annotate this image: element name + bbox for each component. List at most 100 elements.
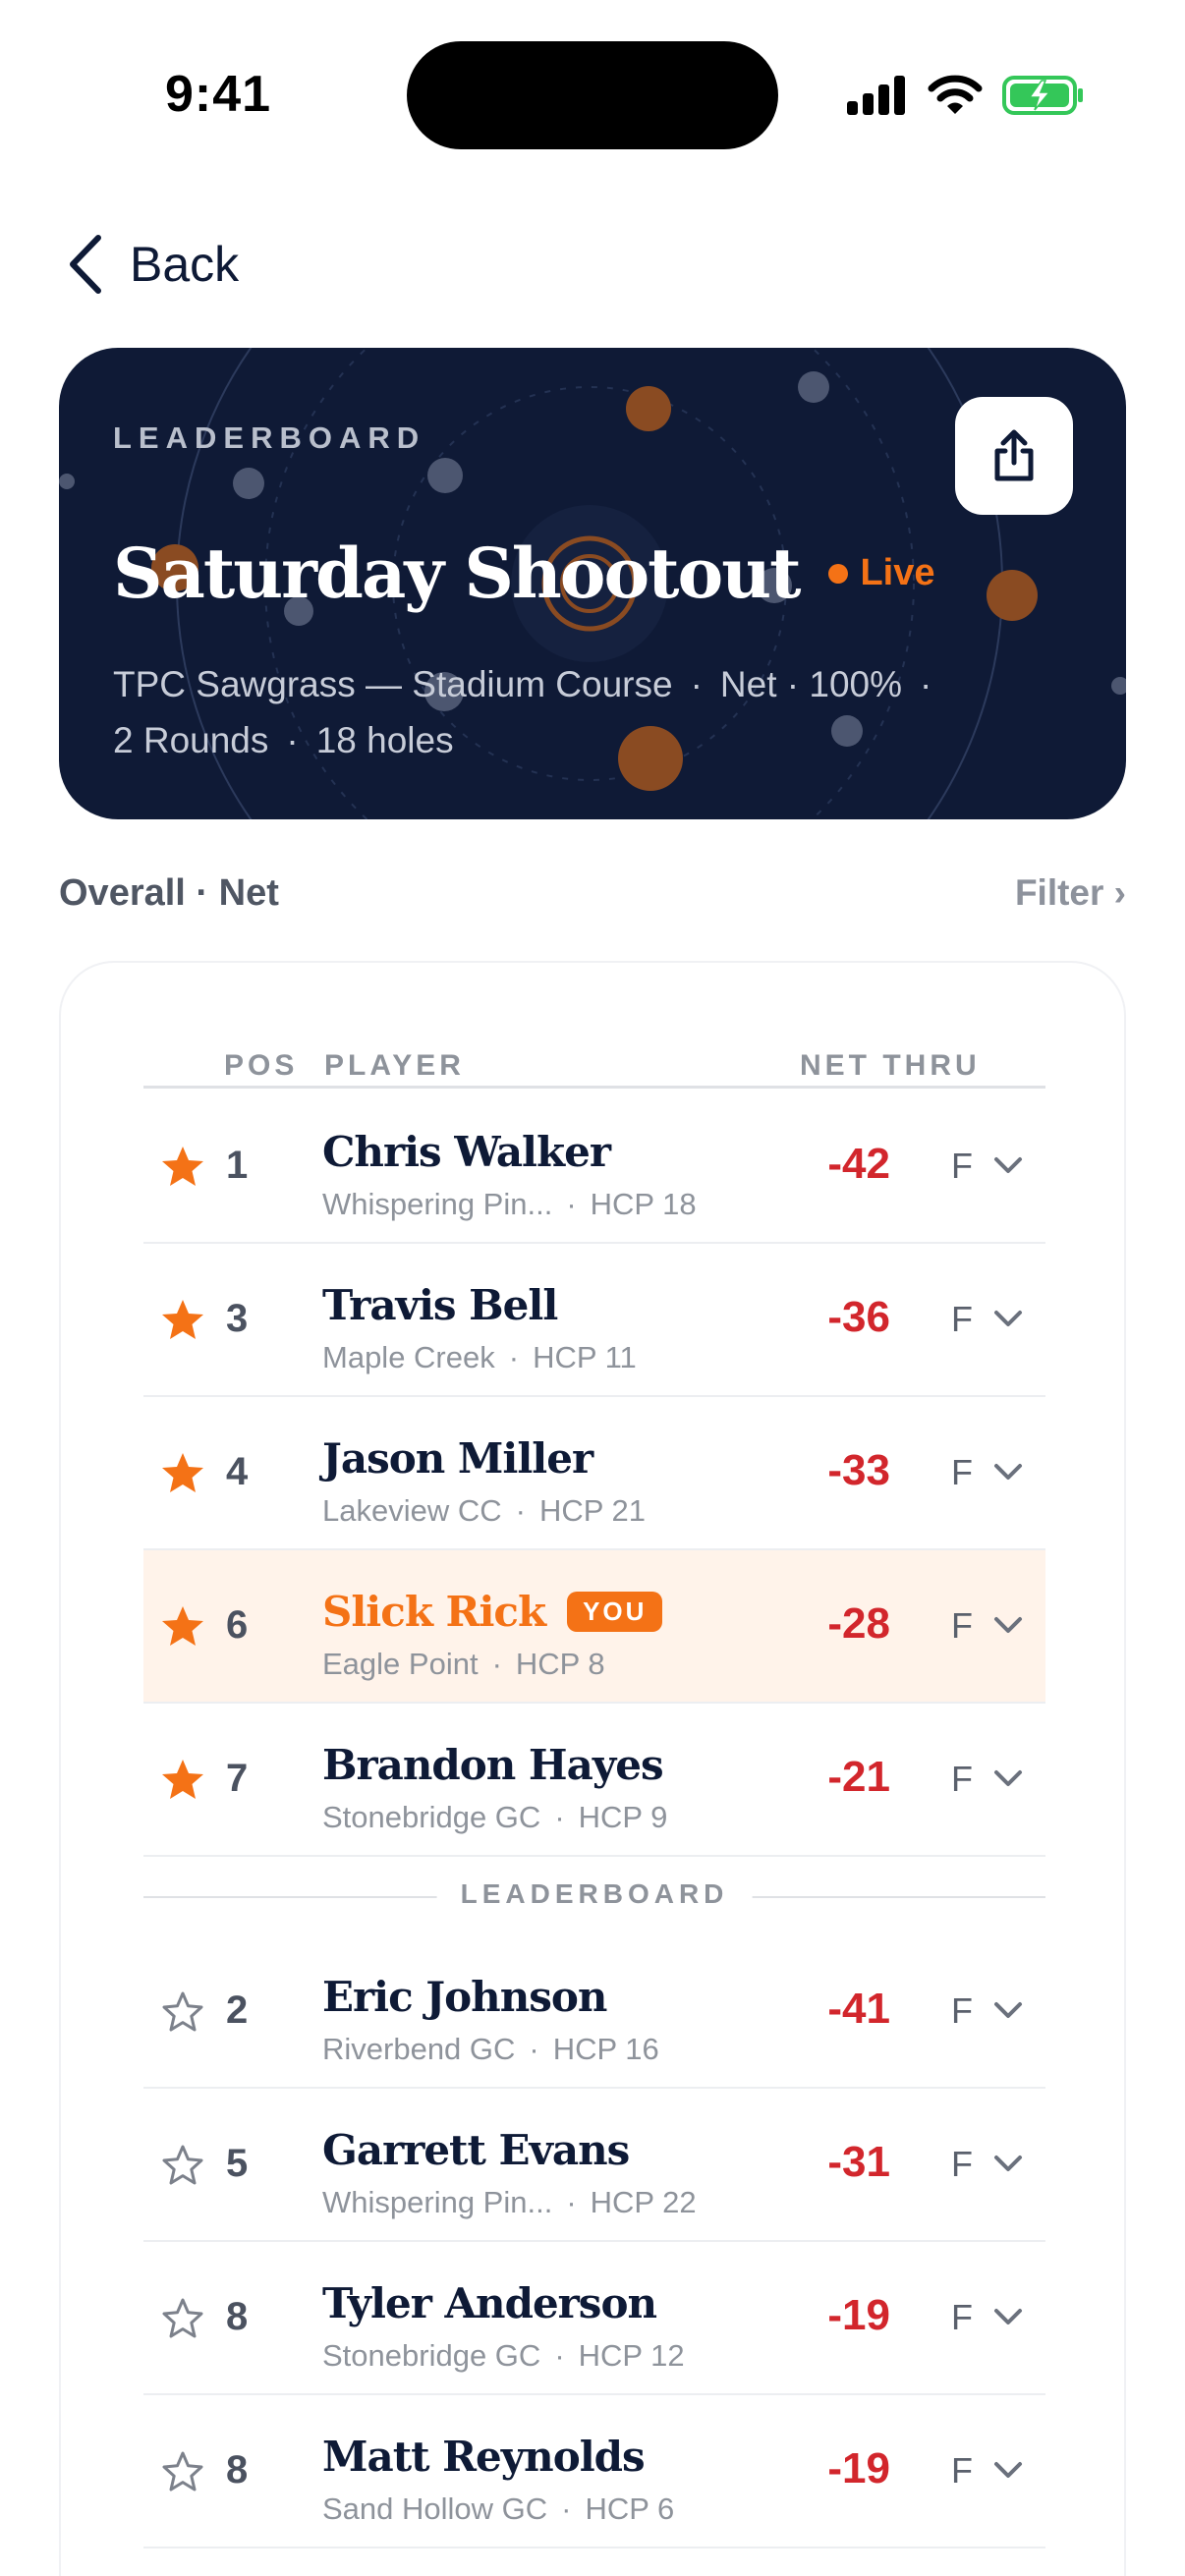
detail-separator: ·	[491, 1647, 502, 1681]
net-score: -19	[827, 2444, 890, 2492]
star-outline-icon[interactable]	[159, 2448, 206, 2495]
chevron-down-icon[interactable]	[992, 1998, 1024, 2022]
player-handicap: HCP 18	[590, 1187, 697, 1221]
player-row[interactable]: 8 Tyler Anderson Stonebridge GC · HCP 12 -19 F	[143, 2242, 1045, 2395]
chevron-down-icon[interactable]	[992, 2458, 1024, 2482]
leaderboard-title: Saturday Shootout	[113, 532, 801, 614]
dynamic-island	[407, 41, 778, 149]
player-name: Matt Reynolds	[322, 2433, 646, 2481]
player-details: Stonebridge GC · HCP 9	[322, 1800, 667, 1835]
player-row[interactable]: 5 Garrett Evans Whispering Pin... · HCP 22 -3…	[143, 2089, 1045, 2242]
star-outline-icon[interactable]	[159, 2295, 206, 2342]
player-handicap: HCP 11	[533, 1340, 637, 1374]
holes-thru: F	[951, 1146, 973, 1186]
holes-thru: F	[951, 2297, 973, 2337]
holes-count: 18 holes	[315, 720, 454, 760]
chevron-down-icon[interactable]	[992, 2152, 1024, 2175]
meta-separator: ·	[286, 720, 299, 760]
player-name: Jason Miller	[322, 1434, 593, 1483]
player-position: 8	[226, 2448, 249, 2492]
net-score: -19	[827, 2291, 890, 2339]
detail-separator: ·	[508, 1340, 520, 1374]
player-handicap: HCP 21	[538, 1493, 646, 1528]
detail-separator: ·	[554, 2338, 565, 2373]
player-name: Travis Bell	[322, 1281, 558, 1329]
column-header-net-thru: NET THRU	[800, 1049, 981, 1082]
player-handicap: HCP 6	[585, 2492, 675, 2526]
detail-separator: ·	[566, 1187, 577, 1221]
star-outline-icon[interactable]	[159, 2142, 206, 2189]
you-badge: YOU	[567, 1592, 663, 1632]
status-icons	[847, 71, 1085, 120]
player-details: Sand Hollow GC · HCP 6	[322, 2492, 674, 2527]
player-row[interactable]: 2 Eric Johnson Riverbend GC · HCP 16 -41 F	[143, 1935, 1045, 2089]
course-name: TPC Sawgrass — Stadium Course	[113, 664, 673, 704]
player-name: Tyler Anderson	[322, 2279, 657, 2327]
scoring-format: Net · 100%	[719, 664, 903, 704]
star-outline-icon[interactable]	[159, 1988, 206, 2036]
player-handicap: HCP 22	[590, 2185, 697, 2219]
player-club: Whispering Pin...	[322, 1187, 553, 1221]
net-score: -33	[827, 1446, 890, 1494]
star-filled-icon[interactable]	[159, 1450, 206, 1497]
rounds-count: 2 Rounds	[113, 720, 269, 760]
player-club: Stonebridge GC	[322, 2338, 541, 2373]
leaderboard-card: POS PLAYER NET THRU 1 Chris Walker Whisper…	[59, 961, 1126, 2576]
share-button[interactable]	[955, 397, 1073, 515]
chevron-down-icon[interactable]	[992, 1460, 1024, 1484]
player-club: Eagle Point	[322, 1647, 479, 1681]
player-name-line: Chris Walker	[322, 1128, 611, 1176]
leaderboard-rows: 1 Chris Walker Whispering Pin... · HCP 18 -42…	[143, 1091, 1045, 2548]
holes-thru: F	[951, 1759, 973, 1799]
chevron-down-icon[interactable]	[992, 1307, 1024, 1330]
net-score: -42	[827, 1140, 890, 1188]
player-row[interactable]: 4 Jason Miller Lakeview CC · HCP 21 -33 F	[143, 1397, 1045, 1550]
player-name: Chris Walker	[322, 1128, 611, 1176]
hero-card: LEADERBOARD Saturday Shootout Live TPC S…	[59, 348, 1126, 819]
filter-button[interactable]: Filter ›	[1015, 872, 1126, 914]
player-row[interactable]: 8 Matt Reynolds Sand Hollow GC · HCP 6 -19 F	[143, 2395, 1045, 2548]
hero-eyebrow: LEADERBOARD	[113, 420, 426, 455]
chevron-down-icon[interactable]	[992, 1153, 1024, 1177]
star-filled-icon[interactable]	[159, 1603, 206, 1651]
player-name-line: Slick Rick YOU	[322, 1588, 663, 1636]
holes-thru: F	[951, 1605, 973, 1646]
player-name: Garrett Evans	[322, 2126, 630, 2174]
meta-separator: ·	[920, 664, 932, 704]
meta-separator: ·	[690, 664, 703, 704]
star-filled-icon[interactable]	[159, 1757, 206, 1804]
player-name-line: Matt Reynolds	[322, 2433, 646, 2481]
wifi-icon	[928, 75, 983, 114]
player-handicap: HCP 12	[578, 2338, 685, 2373]
column-header-player: PLAYER	[324, 1049, 465, 1082]
chevron-down-icon[interactable]	[992, 2305, 1024, 2328]
player-name-line: Eric Johnson	[322, 1973, 607, 2021]
player-details: Stonebridge GC · HCP 12	[322, 2338, 685, 2374]
divider-label: LEADERBOARD	[436, 1878, 753, 1910]
chevron-down-icon[interactable]	[992, 1766, 1024, 1790]
player-name-line: Brandon Hayes	[322, 1741, 664, 1789]
player-position: 2	[226, 1988, 249, 2032]
star-filled-icon[interactable]	[159, 1297, 206, 1344]
column-header-pos: POS	[224, 1049, 299, 1082]
status-bar: 9:41	[0, 0, 1185, 177]
player-row[interactable]: 6 Slick Rick YOU Eagle Point · HCP 8 -28 F	[143, 1550, 1045, 1704]
star-filled-icon[interactable]	[159, 1144, 206, 1191]
net-score: -31	[827, 2138, 890, 2186]
holes-thru: F	[951, 1990, 973, 2031]
table-header: POS PLAYER NET THRU	[143, 1049, 1045, 1089]
player-row[interactable]: 7 Brandon Hayes Stonebridge GC · HCP 9 -21 F	[143, 1704, 1045, 1857]
back-button[interactable]: Back	[65, 232, 239, 297]
player-row[interactable]: 1 Chris Walker Whispering Pin... · HCP 18 -42…	[143, 1091, 1045, 1244]
net-score: -21	[827, 1753, 890, 1801]
battery-charging-icon	[1002, 76, 1083, 115]
player-position: 4	[226, 1450, 249, 1493]
player-row[interactable]: 3 Travis Bell Maple Creek · HCP 11 -36 F	[143, 1244, 1045, 1397]
player-position: 6	[226, 1603, 249, 1647]
live-dot-icon	[828, 563, 849, 584]
player-club: Maple Creek	[322, 1340, 495, 1374]
chevron-down-icon[interactable]	[992, 1613, 1024, 1637]
detail-separator: ·	[529, 2032, 539, 2066]
detail-separator: ·	[561, 2492, 572, 2526]
cellular-signal-icon	[847, 76, 905, 115]
